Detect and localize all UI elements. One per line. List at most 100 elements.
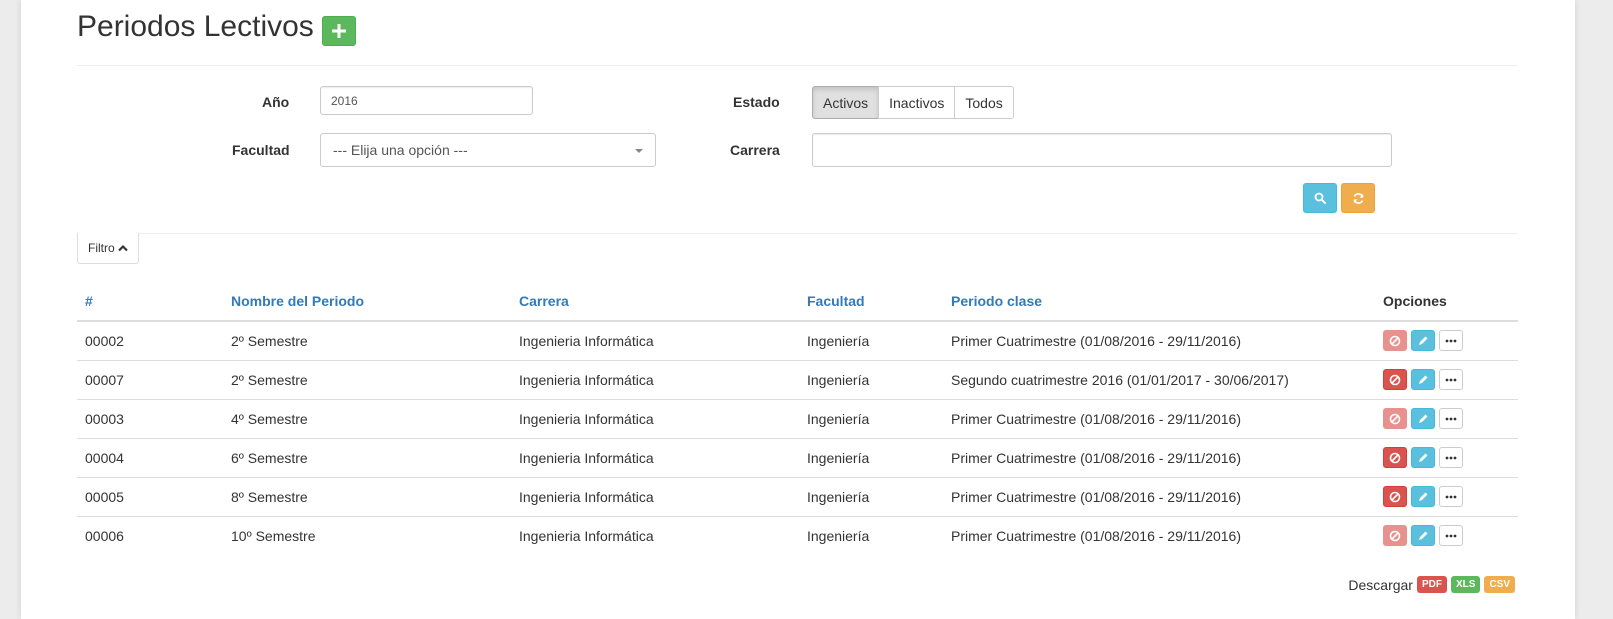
edit-button[interactable] — [1411, 408, 1435, 429]
cell-name: 10º Semestre — [223, 515, 511, 555]
cell-period: Primer Cuatrimestre (01/08/2016 - 29/11/… — [943, 476, 1375, 516]
edit-button[interactable] — [1411, 486, 1435, 507]
cell-name: 8º Semestre — [223, 476, 511, 516]
cell-options — [1375, 437, 1518, 477]
pencil-icon — [1419, 414, 1428, 423]
ban-icon — [1389, 452, 1401, 463]
pencil-icon — [1419, 492, 1428, 501]
table-row: 00007 2º Semestre Ingenieria Informática In… — [77, 359, 1518, 399]
search-icon — [1314, 192, 1326, 204]
cell-id: 00002 — [85, 332, 124, 349]
ellipsis-icon — [1445, 339, 1457, 343]
ellipsis-icon — [1445, 417, 1457, 420]
table-row: 00005 8º Semestre Ingenieria Informática In… — [77, 476, 1518, 516]
cell-period: Primer Cuatrimestre (01/08/2016 - 29/11/… — [943, 515, 1375, 555]
row-actions — [1383, 369, 1510, 390]
row-actions — [1383, 525, 1510, 547]
row-actions — [1383, 447, 1510, 468]
cell-options — [1375, 359, 1518, 399]
column-header-faculty[interactable]: Facultad — [799, 282, 943, 322]
more-options-button[interactable] — [1439, 408, 1463, 429]
state-option-activos[interactable]: Activos — [812, 86, 880, 119]
column-header-id[interactable]: # — [77, 282, 223, 322]
faculty-select[interactable]: --- Elija una opción --- — [320, 133, 656, 167]
deactivate-button[interactable] — [1383, 447, 1407, 468]
table-row: 00006 10º Semestre Ingenieria Informática I… — [77, 515, 1518, 555]
row-actions — [1383, 408, 1510, 429]
pencil-icon — [1419, 453, 1428, 462]
column-header-period[interactable]: Periodo clase — [943, 282, 1375, 322]
ban-icon — [1389, 413, 1401, 424]
column-header-career[interactable]: Carrera — [511, 282, 799, 322]
download-label: Descargar — [1348, 576, 1413, 593]
more-options-button[interactable] — [1439, 330, 1463, 352]
ellipsis-icon — [1445, 495, 1457, 498]
cell-career: Ingenieria Informática — [511, 515, 799, 555]
cell-name: 4º Semestre — [223, 398, 511, 438]
filter-toggle[interactable]: Filtro — [77, 233, 139, 264]
cell-options — [1375, 476, 1518, 516]
ellipsis-icon — [1445, 534, 1457, 538]
edit-button[interactable] — [1411, 525, 1435, 547]
edit-button[interactable] — [1411, 447, 1435, 468]
page-title: Periodos Lectivos — [77, 10, 314, 43]
career-label: Carrera — [730, 142, 780, 158]
cell-career: Ingenieria Informática — [511, 398, 799, 438]
cell-id: 00006 — [77, 515, 223, 555]
deactivate-button[interactable] — [1383, 486, 1407, 507]
refresh-icon — [1353, 192, 1363, 204]
search-button[interactable] — [1303, 183, 1337, 213]
cell-id: 00007 — [77, 359, 223, 399]
edit-button[interactable] — [1411, 330, 1435, 352]
more-options-button[interactable] — [1439, 486, 1463, 507]
year-label: Año — [262, 94, 290, 110]
cell-career: Ingenieria Informática — [511, 359, 799, 399]
table-row: 00002 2º Semestre Ingenieria Informática In… — [77, 321, 1518, 360]
pencil-icon — [1419, 531, 1428, 540]
cell-period: Segundo cuatrimestre 2016 (01/01/2017 - … — [943, 359, 1375, 399]
cell-period: Primer Cuatrimestre (01/08/2016 - 29/11/… — [951, 332, 1241, 349]
more-options-button[interactable] — [1439, 369, 1463, 390]
add-period-button[interactable] — [322, 16, 356, 46]
deactivate-button[interactable] — [1383, 369, 1407, 390]
cell-period: Primer Cuatrimestre (01/08/2016 - 29/11/… — [943, 398, 1375, 438]
year-input[interactable]: 2016 — [320, 86, 533, 115]
pencil-icon — [1419, 336, 1428, 345]
download-xls-button[interactable]: XLS — [1450, 576, 1481, 593]
career-input[interactable] — [812, 133, 1392, 167]
deactivate-button[interactable] — [1383, 330, 1407, 352]
cell-options — [1375, 321, 1518, 360]
cell-faculty: Ingeniería — [807, 332, 870, 349]
more-options-button[interactable] — [1439, 447, 1463, 468]
download-csv-button[interactable]: CSV — [1484, 576, 1515, 593]
cell-period: Primer Cuatrimestre (01/08/2016 - 29/11/… — [943, 437, 1375, 477]
cell-id: 00005 — [77, 476, 223, 516]
state-option-inactivos[interactable]: Inactivos — [878, 86, 956, 119]
faculty-select-value: --- Elija una opción --- — [333, 142, 468, 158]
state-label: Estado — [733, 94, 780, 110]
cell-name: 2º Semestre — [223, 359, 511, 399]
table-row: 00004 6º Semestre Ingenieria Informática In… — [77, 437, 1518, 477]
plus-icon — [332, 24, 346, 38]
ban-icon — [1389, 491, 1401, 502]
more-options-button[interactable] — [1439, 525, 1463, 547]
state-option-todos[interactable]: Todos — [954, 86, 1014, 119]
reset-button[interactable] — [1341, 183, 1375, 213]
periods-table: # Nombre del Periodo Carrera Facultad Pe… — [77, 282, 1518, 555]
caret-down-icon — [635, 149, 643, 153]
deactivate-button[interactable] — [1383, 408, 1407, 429]
download-pdf-button[interactable]: PDF — [1416, 576, 1447, 593]
cell-faculty: Ingeniería — [799, 359, 943, 399]
cell-faculty: Ingeniería — [799, 437, 943, 477]
cell-faculty: Ingeniería — [799, 476, 943, 516]
cell-faculty: Ingeniería — [799, 515, 943, 555]
cell-options — [1375, 515, 1518, 555]
deactivate-button[interactable] — [1383, 525, 1407, 547]
cell-career: Ingenieria Informática — [511, 437, 799, 477]
cell-name: 2º Semestre — [231, 332, 308, 349]
edit-button[interactable] — [1411, 369, 1435, 390]
cell-id: 00004 — [77, 437, 223, 477]
column-header-name[interactable]: Nombre del Periodo — [223, 282, 511, 322]
cell-faculty: Ingeniería — [799, 398, 943, 438]
cell-name: 6º Semestre — [223, 437, 511, 477]
